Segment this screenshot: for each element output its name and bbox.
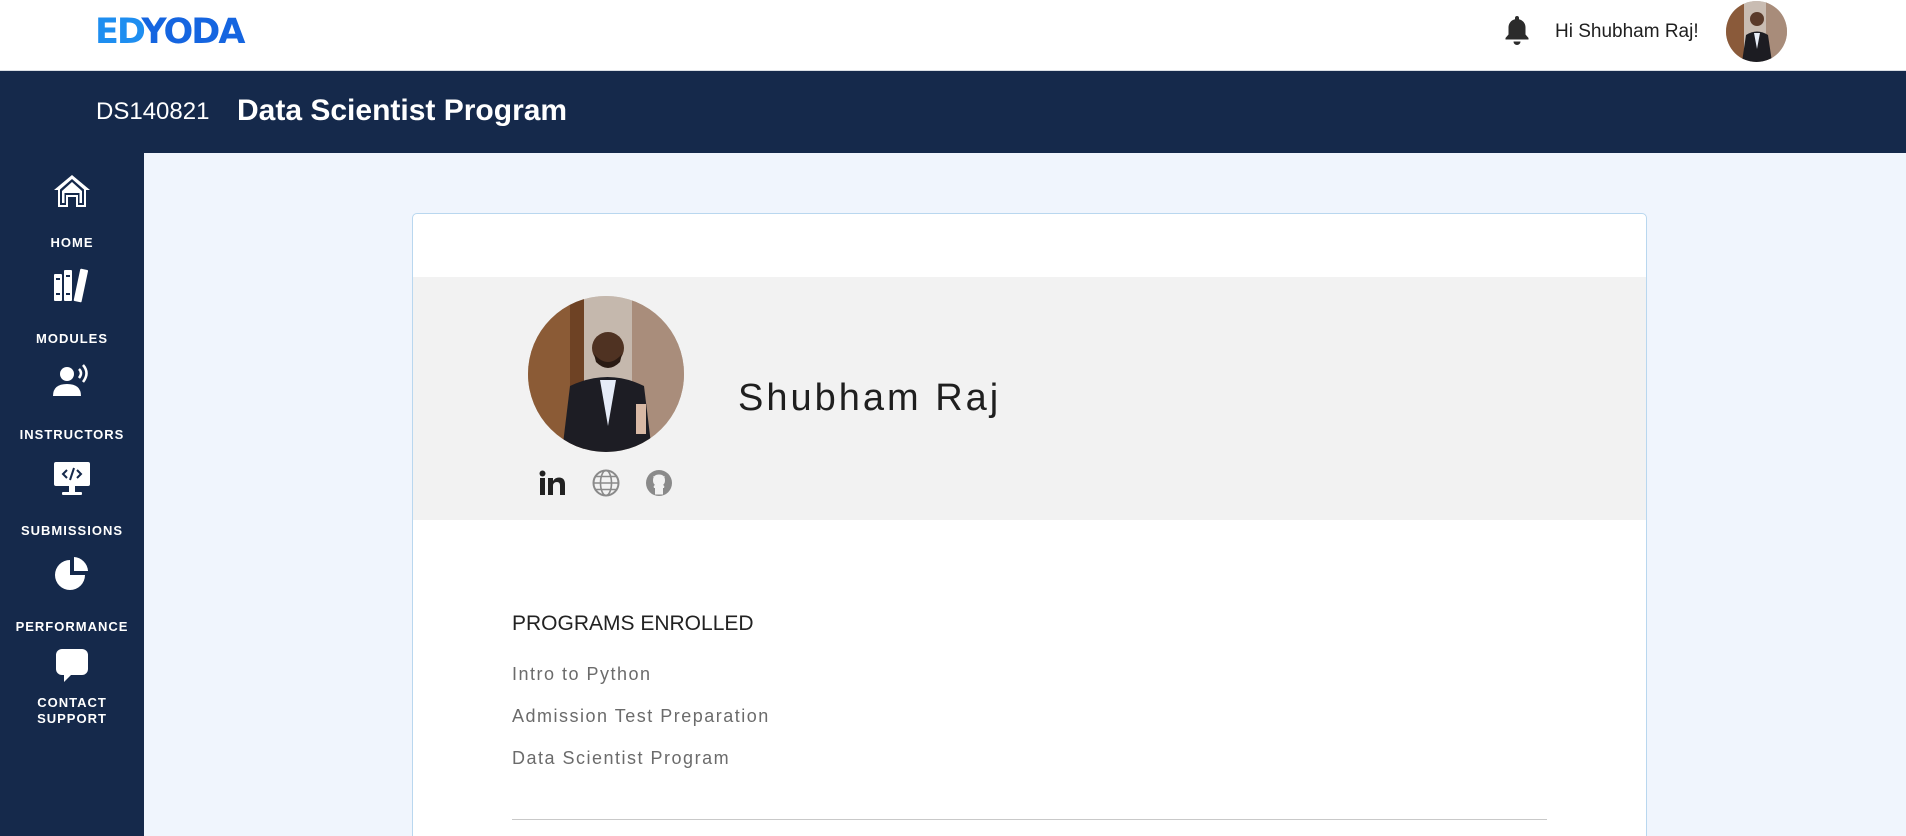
- sidebar-nav: HOME MODULES INSTRUCTORS SUBMISSIONS PER…: [0, 153, 144, 836]
- profile-header: Shubham Raj: [413, 277, 1646, 520]
- chat-icon: [56, 649, 88, 682]
- github-icon[interactable]: [644, 468, 674, 498]
- sidebar-item-performance[interactable]: PERFORMANCE: [0, 555, 144, 645]
- speaker-icon: [53, 364, 88, 396]
- sidebar-item-label-line2: SUPPORT: [37, 711, 107, 726]
- sidebar-item-label-line1: CONTACT: [37, 695, 107, 710]
- home-icon: [54, 175, 90, 207]
- pie-chart-icon: [55, 557, 88, 590]
- greeting-text: Hi Shubham Raj!: [1555, 21, 1699, 42]
- sidebar-item-label: INSTRUCTORS: [19, 427, 125, 442]
- sidebar-item-submissions[interactable]: SUBMISSIONS: [0, 459, 144, 549]
- profile-name: Shubham Raj: [738, 377, 1002, 419]
- logo-text-ed: ED: [95, 12, 143, 52]
- profile-card: Shubham Raj PROGRAMS ENROLLED Intro to P…: [412, 213, 1647, 836]
- divider: [512, 819, 1547, 820]
- sidebar-item-label: SUBMISSIONS: [20, 523, 123, 538]
- top-bar: EDYODA Hi Shubham Raj!: [0, 0, 1906, 71]
- edyoda-logo[interactable]: EDYODA: [95, 12, 245, 52]
- sidebar-item-label: MODULES: [36, 331, 108, 346]
- program-item[interactable]: Admission Test Preparation: [512, 705, 770, 727]
- program-item[interactable]: Intro to Python: [512, 663, 652, 685]
- program-item[interactable]: Data Scientist Program: [512, 747, 730, 769]
- globe-icon[interactable]: [591, 468, 621, 498]
- sidebar-item-contact-support[interactable]: CONTACT SUPPORT: [0, 645, 144, 745]
- bell-icon[interactable]: [1502, 13, 1532, 47]
- linkedin-icon[interactable]: [537, 468, 567, 498]
- sidebar-item-modules[interactable]: MODULES: [0, 267, 144, 357]
- sidebar-item-home[interactable]: HOME: [0, 171, 144, 261]
- program-bar: DS140821 Data Scientist Program: [0, 71, 1906, 153]
- user-avatar[interactable]: [1726, 1, 1787, 62]
- profile-photo: [528, 296, 684, 452]
- books-icon: [54, 268, 89, 303]
- sidebar-item-label: PERFORMANCE: [15, 619, 129, 634]
- program-title: Data Scientist Program: [237, 94, 568, 127]
- sidebar-item-instructors[interactable]: INSTRUCTORS: [0, 363, 144, 453]
- sidebar-item-label: HOME: [50, 235, 94, 250]
- program-code: DS140821: [96, 98, 210, 125]
- programs-enrolled-title: PROGRAMS ENROLLED: [512, 612, 754, 635]
- monitor-code-icon: [54, 462, 90, 495]
- logo-text-yoda: YODA: [141, 12, 245, 52]
